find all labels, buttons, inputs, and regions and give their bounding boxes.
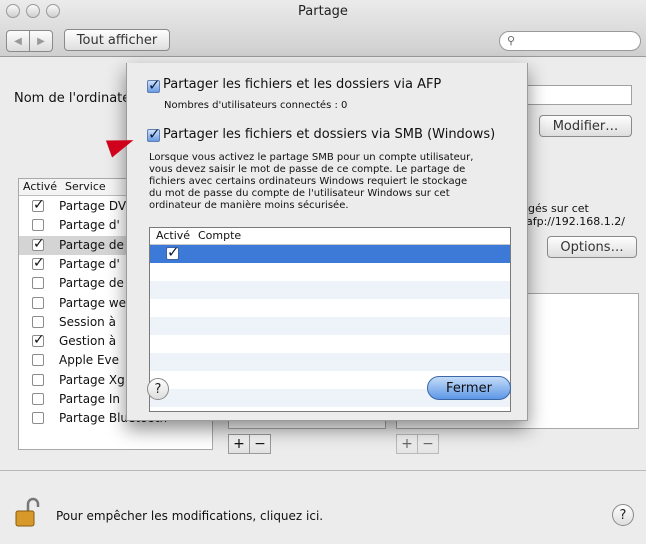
left-plus-minus: + −: [228, 434, 271, 454]
service-enabled-checkbox[interactable]: [32, 197, 45, 213]
lock-icon[interactable]: [14, 497, 44, 529]
account-row[interactable]: [150, 281, 510, 299]
smb-checkbox[interactable]: [147, 125, 161, 143]
service-enabled-checkbox[interactable]: [32, 236, 45, 252]
service-name: Session à: [59, 314, 116, 329]
header-account[interactable]: Compte: [198, 229, 241, 242]
search-input[interactable]: ⚲: [499, 31, 641, 51]
title-bar: Partage ◀ ▶ Tout afficher ⚲: [0, 0, 646, 57]
nav-segmented-control: ◀ ▶: [6, 30, 53, 52]
account-row[interactable]: [150, 263, 510, 281]
account-enabled-checkbox[interactable]: [166, 243, 180, 261]
close-button[interactable]: Fermer: [427, 376, 511, 400]
smb-explanation: Lorsque vous activez le partage SMB pour…: [149, 152, 521, 212]
smb-label: Partager les fichiers et dossiers via SM…: [163, 127, 496, 142]
computer-name-label: Nom de l'ordinate: [14, 91, 131, 106]
smb-explanation-line: fichiers avec certains ordinateurs Windo…: [149, 176, 468, 187]
remove-icon[interactable]: −: [249, 435, 270, 453]
smb-explanation-line: vous devez saisir le mot de passe de ce …: [149, 164, 466, 175]
afp-label: Partager les fichiers et les dossiers vi…: [163, 77, 442, 92]
back-icon[interactable]: ◀: [7, 31, 29, 51]
service-enabled-checkbox[interactable]: [32, 332, 45, 348]
account-table-header: Activé Compte: [150, 228, 510, 245]
right-plus-minus: + −: [396, 434, 439, 454]
service-name: Partage Xg: [59, 372, 125, 387]
search-icon: ⚲: [507, 34, 516, 47]
service-enabled-checkbox[interactable]: [32, 219, 44, 232]
service-name: Apple Eve: [59, 353, 120, 368]
afp-checkbox[interactable]: [147, 76, 161, 94]
account-row[interactable]: [150, 299, 510, 317]
dialog-help-button[interactable]: ?: [147, 378, 169, 400]
bottom-bar: Pour empêcher les modifications, cliquez…: [0, 470, 646, 544]
forward-icon[interactable]: ▶: [29, 31, 52, 51]
add-user-icon[interactable]: +: [397, 435, 417, 453]
service-enabled-checkbox[interactable]: [32, 255, 45, 271]
service-enabled-checkbox[interactable]: [32, 412, 44, 425]
service-enabled-checkbox[interactable]: [32, 373, 44, 386]
lock-text: Pour empêcher les modifications, cliquez…: [56, 509, 324, 523]
service-name: Partage In: [59, 392, 121, 406]
service-name: Partage DV: [59, 199, 127, 213]
window-title: Partage: [298, 4, 348, 19]
service-name: Partage d': [59, 218, 120, 233]
service-name: Partage de: [59, 237, 124, 252]
smb-explanation-line: ordinateur de manière moins sécurisée.: [149, 200, 349, 211]
service-enabled-checkbox[interactable]: [32, 296, 44, 309]
status-text-line1: gés sur cet: [528, 202, 589, 215]
service-enabled-checkbox[interactable]: [32, 277, 44, 290]
service-name: Partage d': [59, 256, 120, 271]
service-name: Gestion à: [59, 334, 117, 349]
header-service[interactable]: Service: [65, 180, 106, 193]
header-enabled[interactable]: Activé: [23, 180, 57, 193]
account-row[interactable]: [150, 243, 510, 263]
options-button[interactable]: Options…: [547, 236, 637, 258]
remove-user-icon[interactable]: −: [417, 435, 438, 453]
smb-explanation-line: du mot de passe du compte de l'utilisate…: [149, 188, 450, 199]
header-enabled[interactable]: Activé: [156, 229, 190, 242]
computer-name-field[interactable]: [527, 85, 632, 105]
service-enabled-checkbox[interactable]: [32, 393, 44, 405]
show-all-button[interactable]: Tout afficher: [64, 29, 170, 51]
account-row[interactable]: [150, 335, 510, 353]
service-name: Partage we: [59, 295, 127, 310]
service-name: Partage de: [59, 276, 124, 291]
smb-explanation-line: Lorsque vous activez le partage SMB pour…: [149, 152, 474, 163]
add-icon[interactable]: +: [229, 435, 249, 453]
account-row[interactable]: [150, 317, 510, 335]
afp-users-count: Nombres d'utilisateurs connectés : 0: [164, 100, 348, 111]
help-button[interactable]: ?: [612, 504, 634, 526]
service-enabled-checkbox[interactable]: [32, 354, 44, 367]
account-row[interactable]: [150, 353, 510, 371]
modify-button[interactable]: Modifier…: [539, 115, 632, 137]
sharing-window: Partage ◀ ▶ Tout afficher ⚲ Nom de l'ord…: [0, 0, 646, 544]
file-sharing-options-sheet: Partager les fichiers et les dossiers vi…: [126, 63, 528, 421]
service-enabled-checkbox[interactable]: [32, 315, 44, 328]
status-text-line2: afp://192.168.1.2/: [526, 215, 625, 228]
